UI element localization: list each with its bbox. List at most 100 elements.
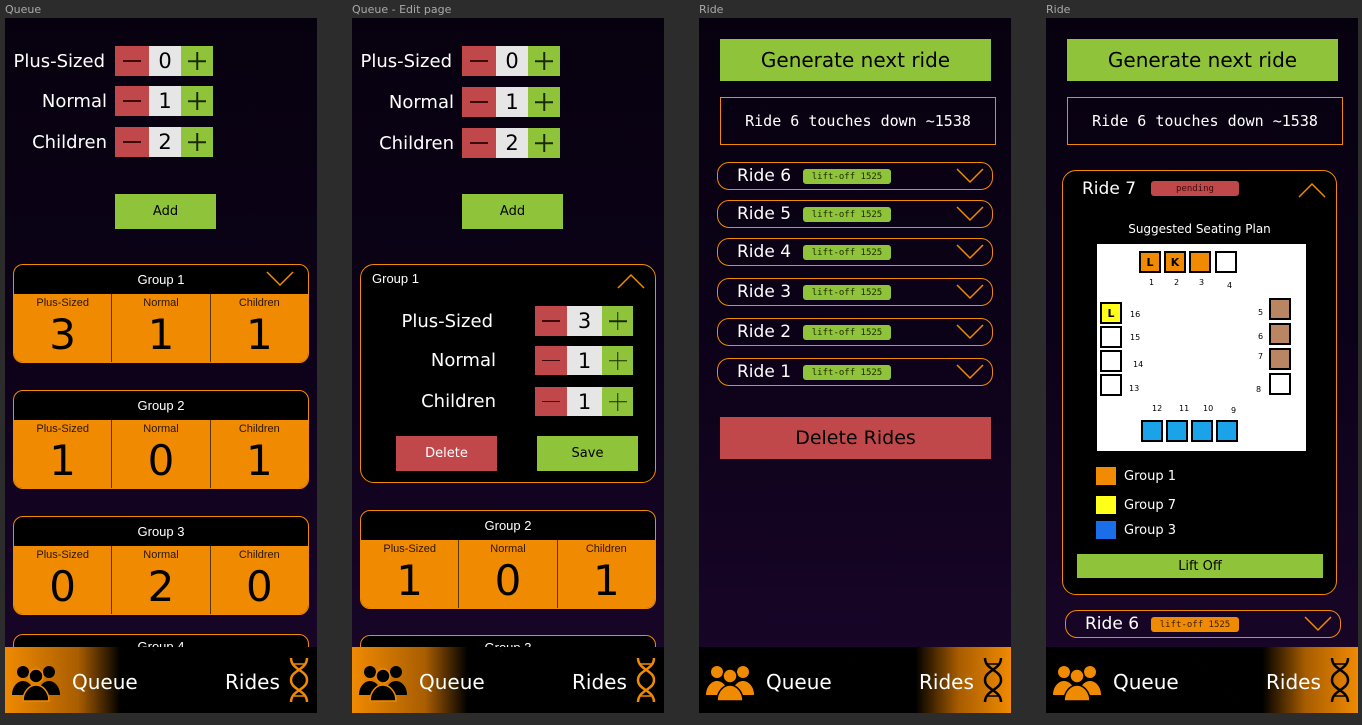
people-icon: [359, 666, 407, 702]
chevron-down-icon[interactable]: [956, 364, 984, 380]
decrement-button[interactable]: [115, 127, 149, 157]
seat[interactable]: [1269, 298, 1291, 320]
seat-number: 2: [1174, 278, 1180, 287]
group-title: Group 1: [137, 272, 185, 287]
seat[interactable]: [1166, 420, 1188, 442]
chevron-down-icon[interactable]: [266, 271, 294, 287]
seat[interactable]: K: [1164, 251, 1186, 273]
ride-item[interactable]: Ride 1 lift-off 1525: [717, 358, 993, 386]
count-value: 2: [496, 128, 528, 158]
edit-stepper-plus-sized: Plus-Sized 3: [361, 306, 633, 336]
increment-button[interactable]: [528, 128, 560, 158]
delete-rides-button[interactable]: Delete Rides: [720, 417, 991, 459]
increment-button[interactable]: [602, 387, 633, 416]
group-card[interactable]: Group 3 Plus-Sized 0 Normal 2 Children 0: [13, 516, 309, 615]
count-value: 2: [149, 127, 181, 157]
chevron-down-icon[interactable]: [956, 324, 984, 340]
seat[interactable]: [1100, 326, 1122, 348]
increment-button[interactable]: [181, 127, 213, 157]
seat[interactable]: [1216, 420, 1238, 442]
edit-stepper-normal: Normal 1: [361, 346, 633, 375]
increment-button[interactable]: [181, 86, 213, 116]
decrement-button[interactable]: [462, 46, 496, 76]
save-button[interactable]: Save: [537, 436, 638, 471]
group-edit-card: Group 1 Plus-Sized 3 Normal 1 Children 1…: [360, 264, 656, 483]
seat[interactable]: L: [1139, 251, 1161, 273]
count-value: 3: [567, 306, 602, 336]
seat[interactable]: L: [1100, 302, 1122, 324]
decrement-button[interactable]: [462, 128, 496, 158]
seat[interactable]: [1189, 251, 1211, 273]
generate-ride-button[interactable]: Generate next ride: [1067, 39, 1338, 81]
stepper-children: Children 2: [5, 127, 213, 157]
increment-button[interactable]: [181, 46, 213, 76]
seat[interactable]: [1100, 374, 1122, 396]
seat[interactable]: [1269, 373, 1291, 395]
group-card[interactable]: Group 1 Plus-Sized 3 Normal 1 Children 1: [13, 264, 309, 363]
frame-label-ride-detail: Ride: [1046, 3, 1071, 16]
stepper-label: Plus-Sized: [401, 310, 493, 332]
group-value: 0: [245, 562, 273, 611]
decrement-button[interactable]: [535, 346, 567, 375]
bottom-nav: Queue Rides: [5, 647, 317, 713]
seat-number: 12: [1152, 404, 1163, 413]
seat[interactable]: [1100, 350, 1122, 372]
ride-item[interactable]: Ride 2 lift-off 1525: [717, 318, 993, 346]
queue-tab-label: Queue: [72, 670, 138, 694]
frame-label-queue: Queue: [5, 3, 42, 16]
chevron-down-icon[interactable]: [956, 244, 984, 260]
chevron-down-icon[interactable]: [956, 206, 984, 222]
increment-button[interactable]: [602, 306, 633, 336]
seat-number: 10: [1203, 404, 1214, 413]
ride-item[interactable]: Ride 5 lift-off 1525: [717, 200, 993, 228]
ride-name: Ride 7: [1082, 179, 1137, 199]
status-badge: pending: [1151, 181, 1239, 196]
column-label: Children: [238, 549, 280, 561]
decrement-button[interactable]: [115, 46, 149, 76]
decrement-button[interactable]: [535, 387, 567, 416]
lift-off-button[interactable]: Lift Off: [1077, 554, 1323, 578]
increment-button[interactable]: [602, 346, 633, 375]
ride-item[interactable]: Ride 6 lift-off 1525: [1065, 610, 1341, 638]
chevron-down-icon[interactable]: [956, 284, 984, 300]
decrement-button[interactable]: [462, 87, 496, 117]
seat-number: 16: [1130, 310, 1141, 319]
status-badge: lift-off 1525: [803, 325, 891, 340]
add-button[interactable]: Add: [462, 194, 563, 229]
seat[interactable]: [1269, 323, 1291, 345]
add-button[interactable]: Add: [115, 194, 216, 229]
seat[interactable]: [1141, 420, 1163, 442]
delete-button[interactable]: Delete: [396, 436, 497, 471]
seat-number: 3: [1199, 278, 1205, 287]
chevron-up-icon[interactable]: [617, 273, 645, 289]
generate-ride-button[interactable]: Generate next ride: [720, 39, 991, 81]
group-card[interactable]: Group 2 Plus-Sized 1 Normal 0 Children 1: [360, 510, 656, 609]
count-value: 0: [496, 46, 528, 76]
ride-detail-screen: Generate next ride Ride 6 touches down ~…: [1046, 18, 1358, 713]
column-label: Normal: [143, 423, 179, 435]
count-value: 1: [567, 387, 602, 416]
decrement-button[interactable]: [115, 86, 149, 116]
stepper-label: Children: [32, 131, 107, 153]
seat[interactable]: [1215, 251, 1237, 273]
chevron-down-icon[interactable]: [956, 168, 984, 184]
increment-button[interactable]: [528, 87, 560, 117]
ride-item[interactable]: Ride 4 lift-off 1525: [717, 238, 993, 266]
seat-number: 5: [1258, 308, 1264, 317]
chevron-up-icon[interactable]: [1298, 182, 1326, 198]
stepper-children: Children 2: [352, 128, 560, 158]
seat[interactable]: [1269, 348, 1291, 370]
ride-item[interactable]: Ride 6 lift-off 1525: [717, 162, 993, 190]
queue-screen: Plus-Sized 0 Normal 1 Children 2 Add Gro…: [5, 18, 317, 713]
group-card[interactable]: Group 2 Plus-Sized 1 Normal 0 Children 1: [13, 390, 309, 489]
chevron-down-icon[interactable]: [1304, 616, 1332, 632]
ride-item[interactable]: Ride 3 lift-off 1525: [717, 278, 993, 306]
group-value: 0: [49, 562, 77, 611]
decrement-button[interactable]: [535, 306, 567, 336]
seat[interactable]: [1191, 420, 1213, 442]
queue-tab-label: Queue: [766, 670, 832, 694]
group-value: 0: [494, 556, 522, 605]
rides-tab-label: Rides: [919, 670, 974, 694]
group-title: Group 1: [372, 271, 419, 286]
increment-button[interactable]: [528, 46, 560, 76]
